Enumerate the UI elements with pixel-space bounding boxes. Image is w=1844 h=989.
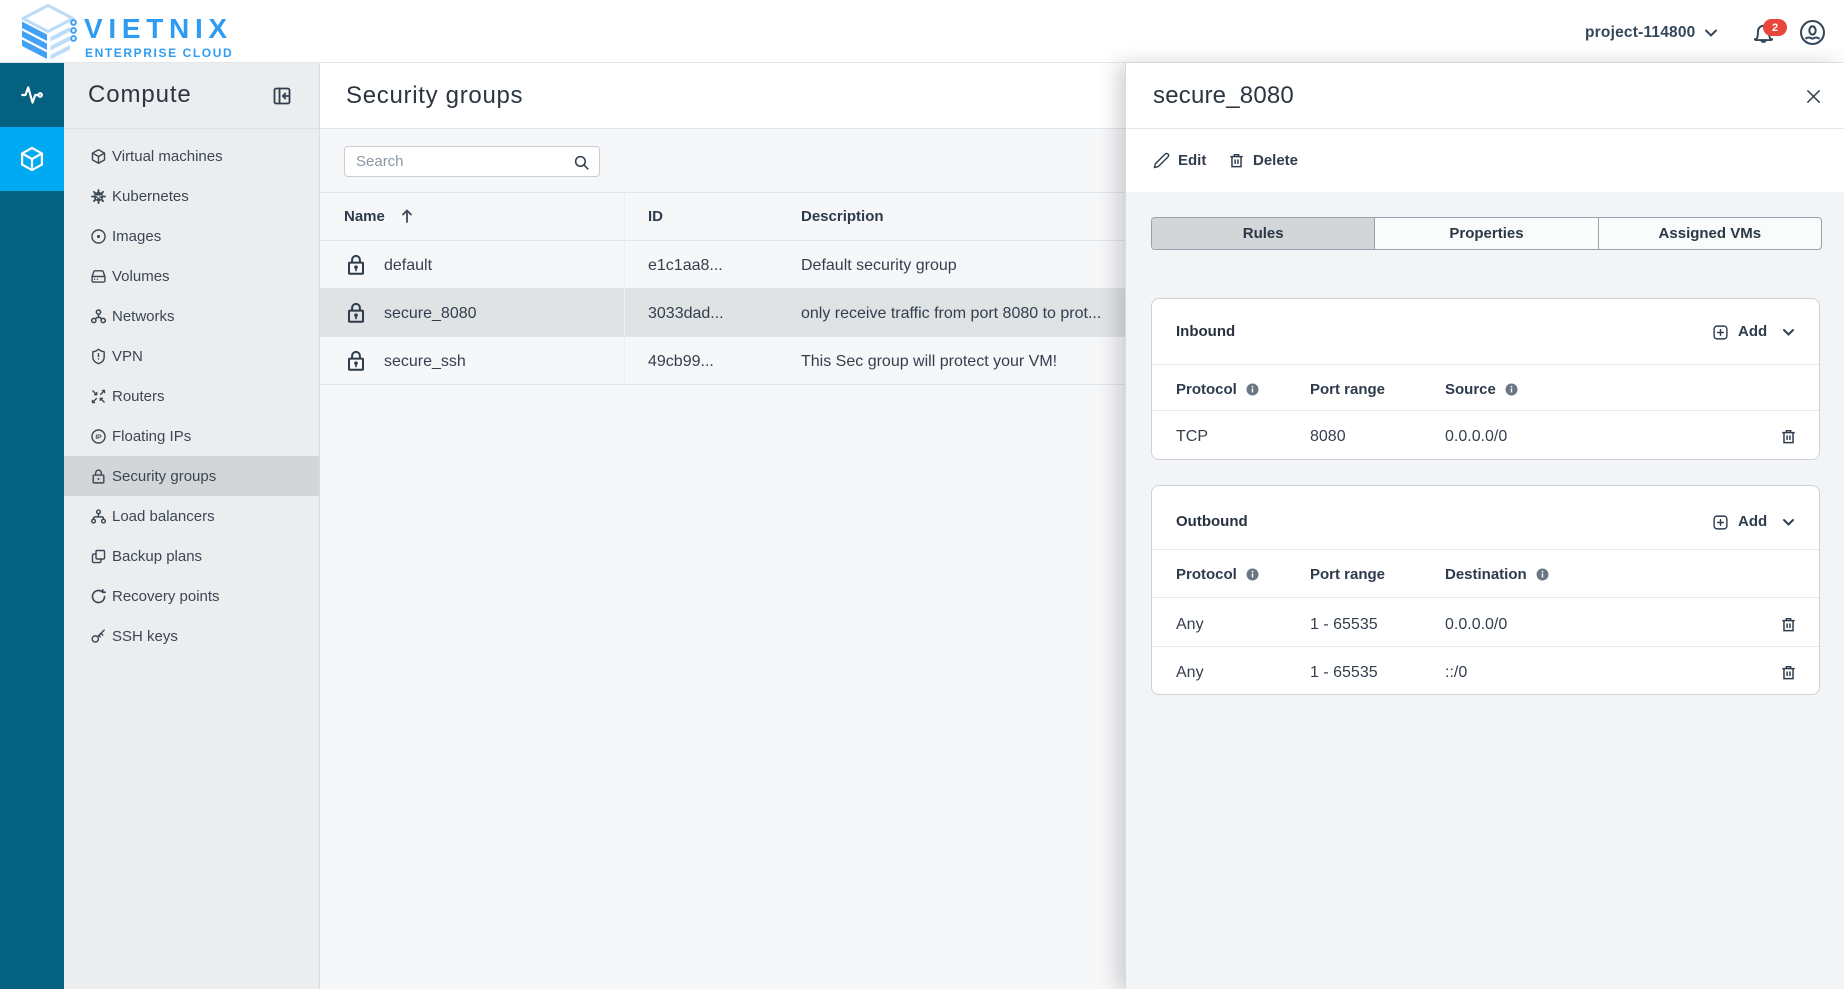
svg-text:IP: IP: [95, 434, 102, 441]
